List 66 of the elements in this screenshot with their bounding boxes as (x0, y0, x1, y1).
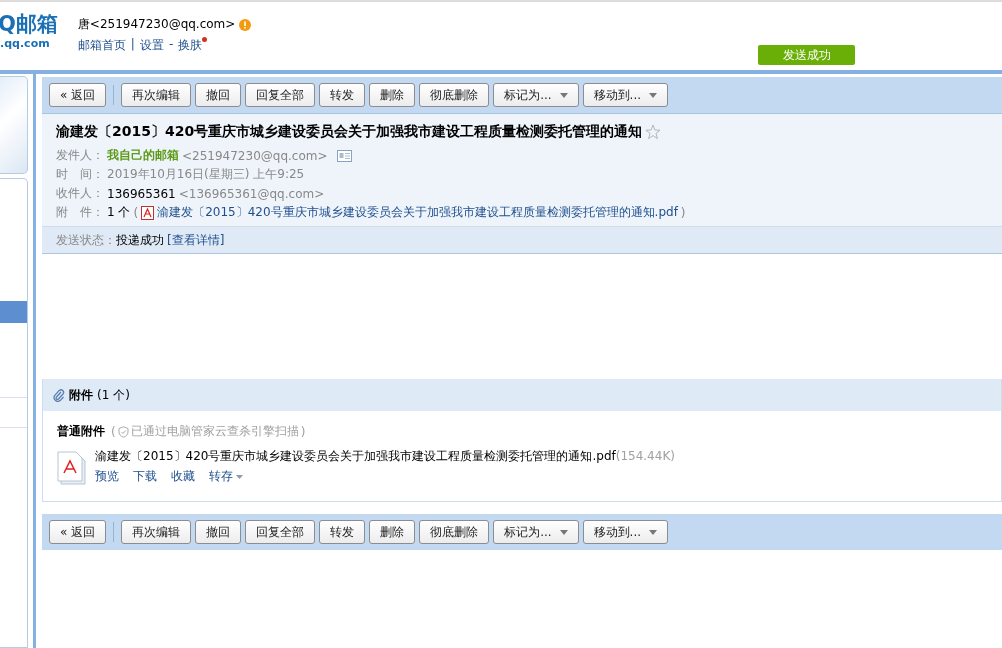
toolbar-button[interactable]: 回复全部 (245, 83, 316, 107)
toolbar-button[interactable]: 再次编辑 (121, 520, 192, 544)
attachment-action-link[interactable]: 下载 (133, 468, 157, 485)
attachment-filename[interactable]: 渝建发〔2015〕420号重庆市城乡建设委员会关于加强我市建设工程质量检测委托管理的通知.pdf (95, 449, 616, 463)
toolbar-button[interactable]: 再次编辑 (121, 83, 192, 107)
delivery-status: 投递成功 (116, 231, 164, 249)
caret-icon (649, 92, 658, 98)
link-separator: - (168, 37, 174, 51)
toolbar-button[interactable]: 标记为... (493, 520, 579, 544)
view-details-link[interactable]: [查看详情] (167, 231, 225, 249)
sent-time: 2019年10月16日(星期三) 上午9:25 (107, 166, 305, 183)
toolbar-button[interactable]: 撤回 (195, 520, 242, 544)
caret-icon (236, 474, 243, 479)
field-label: 时 间： (56, 166, 104, 183)
toolbar-button[interactable]: 彻底删除 (419, 520, 490, 544)
star-icon[interactable] (645, 124, 662, 140)
attachments-title: 附件 (69, 386, 93, 404)
attachment-group-label: 普通附件 (57, 423, 105, 440)
file-size: (154.44K) (615, 449, 675, 463)
parenthesis: ( (111, 424, 116, 439)
attachment-count: 1 个 (107, 204, 131, 221)
pdf-icon (141, 205, 155, 220)
sender-address: <251947230@qq.com> (182, 148, 328, 163)
toolbar-button[interactable]: 标记为... (493, 83, 579, 107)
header-link[interactable]: 设置 (139, 37, 164, 54)
toolbar-button[interactable]: 转发 (319, 520, 366, 544)
logo-domain: .qq.com (0, 38, 51, 49)
toolbar-button[interactable]: « 返回 (49, 520, 107, 544)
parenthesis: ) (680, 205, 686, 220)
field-label: 发件人： (56, 147, 104, 164)
warning-icon[interactable] (239, 18, 252, 31)
shield-icon (117, 425, 129, 438)
header-link[interactable]: 换肤 (178, 37, 203, 54)
toolbar-button[interactable]: 彻底删除 (419, 83, 490, 107)
field-label: 附 件： (56, 204, 104, 221)
toolbar-button[interactable]: 删除 (369, 520, 416, 544)
toolbar-button[interactable]: 删除 (369, 83, 416, 107)
attachment-action-link[interactable]: 预览 (95, 468, 119, 485)
parenthesis: ) (300, 424, 306, 439)
scan-notice: 已通过电脑管家云查杀引擎扫描 (130, 423, 299, 440)
toolbar-button[interactable]: 撤回 (195, 83, 242, 107)
paperclip-icon (53, 388, 65, 402)
caret-icon (649, 529, 658, 535)
mail-subject: 渝建发〔2015〕420号重庆市城乡建设委员会关于加强我市建设工程质量检测委托管理的通知 (56, 123, 643, 141)
field-label: 收件人： (56, 185, 104, 202)
pdf-file-icon (57, 451, 87, 485)
parenthesis: ( (133, 205, 139, 220)
recipient-name[interactable]: 136965361 (107, 186, 176, 201)
attachment-action-link[interactable]: 收藏 (171, 468, 195, 485)
attachment-count: (1 个) (97, 386, 130, 404)
toast-message: 发送成功 (758, 45, 855, 65)
account-name: 唐<251947230@qq.com> (77, 16, 236, 33)
toolbar-button[interactable]: 移动到... (582, 83, 669, 107)
toolbar-button[interactable]: 转发 (319, 83, 366, 107)
attachment-action-link[interactable]: 转存 (209, 468, 243, 485)
recipient-address: <136965361@qq.com> (178, 186, 325, 201)
caret-icon (559, 529, 568, 535)
caret-icon (559, 92, 568, 98)
toolbar-button[interactable]: 移动到... (582, 520, 669, 544)
header-link[interactable]: 邮箱首页 (77, 37, 126, 54)
link-separator: | (130, 37, 135, 51)
toolbar-button[interactable]: 回复全部 (245, 520, 316, 544)
status-label: 发送状态： (56, 231, 116, 249)
attachment-link[interactable]: 渝建发〔2015〕420号重庆市城乡建设委员会关于加强我市建设工程质量检测委托管理的通知.pdf (157, 204, 678, 221)
contact-card-icon[interactable] (336, 149, 352, 162)
toolbar-button[interactable]: « 返回 (49, 83, 107, 107)
